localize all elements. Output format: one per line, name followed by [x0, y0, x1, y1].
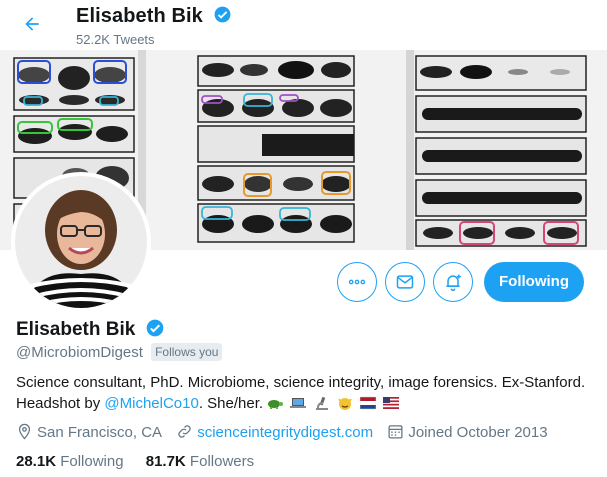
verified-badge-icon — [214, 6, 230, 23]
profile-header: Elisabeth Bik 52.2K Tweets — [0, 0, 607, 50]
website-link[interactable]: scienceintegritydigest.com — [197, 424, 373, 441]
location: San Francisco, CA — [16, 423, 162, 441]
following-button[interactable]: Following — [484, 262, 584, 302]
more-icon — [348, 279, 366, 285]
tweet-count: 52.2K Tweets — [76, 32, 155, 47]
header-title-text: Elisabeth Bik — [76, 5, 203, 27]
link-icon — [178, 425, 191, 438]
message-icon — [396, 275, 414, 289]
profile-bio: Science consultant, PhD. Microbiome, sci… — [16, 372, 596, 414]
following-count: 28.1K — [16, 453, 57, 470]
bio-tail: . She/her. — [198, 395, 268, 412]
join-date-text: Joined October 2013 — [408, 424, 548, 441]
notification-bell-icon — [446, 274, 461, 292]
followers-label: Followers — [185, 453, 255, 470]
calendar-icon — [388, 425, 403, 439]
followers-count-link[interactable]: 81.7K Followers — [146, 453, 254, 470]
location-text: San Francisco, CA — [37, 424, 163, 441]
following-count-link[interactable]: 28.1K Following — [16, 453, 124, 470]
message-button[interactable] — [385, 262, 425, 302]
profile-handle: @MicrobiomDigest — [16, 344, 143, 361]
follows-you-badge: Follows you — [151, 343, 223, 361]
smiling-devil-icon — [337, 398, 352, 410]
followers-count: 81.7K — [145, 453, 186, 470]
profile-stats: 28.1K Following 81.7K Followers — [16, 453, 272, 470]
turtle-icon — [268, 400, 284, 409]
location-pin-icon — [18, 423, 31, 440]
profile-handle-row: @MicrobiomDigest Follows you — [16, 343, 223, 361]
website: scienceintegritydigest.com — [176, 423, 373, 441]
netherlands-flag-icon — [359, 396, 376, 410]
bio-mention-link[interactable]: @MichelCo10 — [104, 395, 198, 412]
join-date: Joined October 2013 — [387, 423, 548, 441]
profile-avatar[interactable] — [11, 172, 151, 312]
profile-name: Elisabeth Bik — [16, 318, 165, 341]
profile-meta: San Francisco, CA scienceintegritydigest… — [16, 423, 558, 441]
more-options-button[interactable] — [337, 262, 377, 302]
verified-badge-icon — [146, 319, 163, 337]
following-label: Following — [56, 453, 124, 470]
laptop-icon — [290, 398, 307, 408]
notifications-button[interactable] — [433, 262, 473, 302]
back-arrow-icon[interactable] — [22, 14, 42, 34]
avatar-photo — [15, 176, 147, 308]
microscope-icon — [315, 396, 328, 410]
us-flag-icon — [383, 397, 400, 409]
header-title: Elisabeth Bik — [76, 5, 232, 28]
profile-name-text: Elisabeth Bik — [16, 319, 136, 340]
